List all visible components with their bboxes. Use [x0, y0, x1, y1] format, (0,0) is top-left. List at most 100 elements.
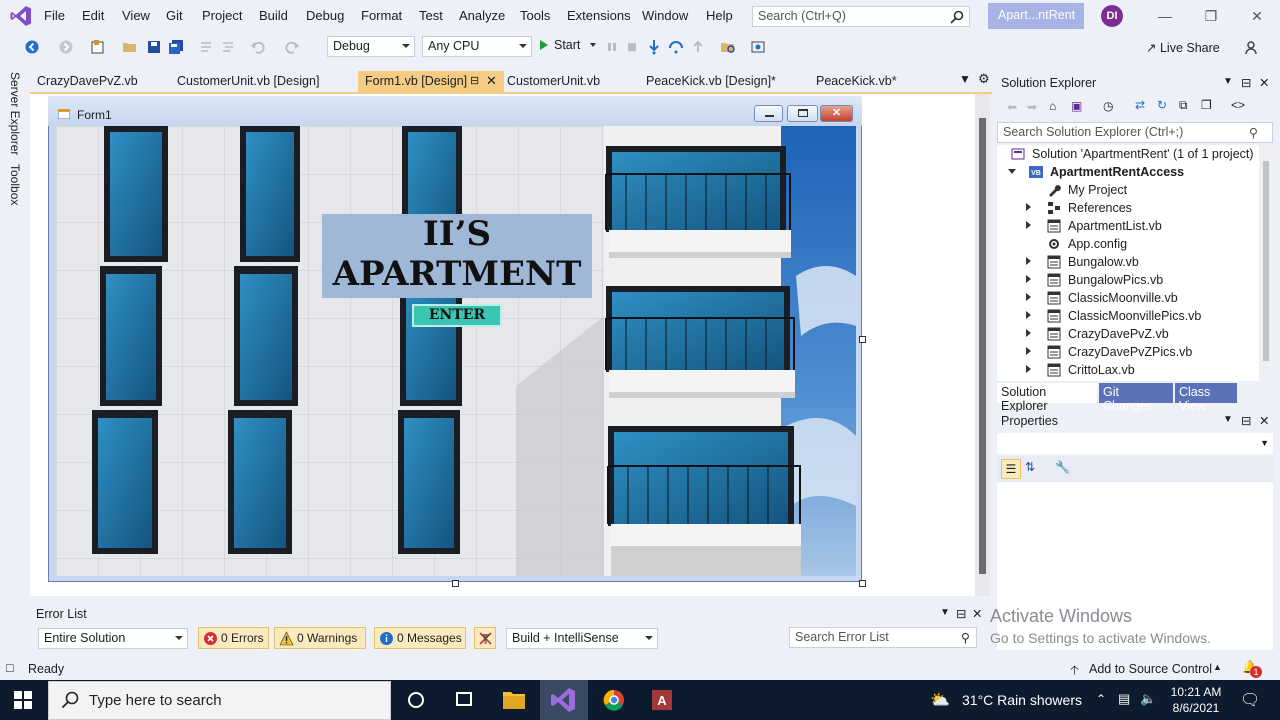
chrome-icon[interactable]	[590, 680, 638, 720]
windows-start-icon[interactable]	[14, 691, 32, 709]
collapsed-arrow-icon[interactable]	[1026, 365, 1031, 373]
pause-icon[interactable]	[604, 39, 620, 55]
browser-link-icon[interactable]	[750, 39, 766, 55]
live-share-button[interactable]: ↗ Live Share	[1146, 40, 1220, 55]
sync-icon[interactable]: ⇄	[1135, 98, 1145, 112]
doc-tab-peacekick-design[interactable]: PeaceKick.vb [Design]*	[639, 71, 809, 92]
collapsed-arrow-icon[interactable]	[1026, 203, 1031, 211]
menu-window[interactable]: Window	[642, 8, 688, 23]
back-icon[interactable]: ⬅	[1007, 100, 1017, 114]
collapsed-arrow-icon[interactable]	[1026, 257, 1031, 265]
menu-debug[interactable]: Debug	[306, 8, 344, 23]
switch-views-icon[interactable]: ▣	[1071, 99, 1082, 113]
collapse-all-icon[interactable]: ⧉	[1179, 98, 1188, 113]
close-panel-icon[interactable]: ✕	[1259, 75, 1269, 90]
minimize-icon[interactable]: —	[1150, 5, 1180, 27]
pin-icon[interactable]: ⊟	[1241, 413, 1251, 428]
wrench-icon[interactable]: 🔧	[1055, 460, 1070, 474]
enter-button[interactable]: ENTER	[412, 304, 502, 327]
pin-icon[interactable]: ⊟	[956, 606, 966, 621]
configuration-select[interactable]: Debug	[327, 36, 415, 57]
action-center-icon[interactable]: 🗨	[1240, 690, 1260, 710]
open-folder-icon[interactable]	[122, 39, 138, 55]
menu-view[interactable]: View	[122, 8, 150, 23]
close-icon[interactable]: ✕	[1242, 5, 1272, 27]
doc-tab-form1-design[interactable]: Form1.vb [Design]	[358, 71, 504, 92]
panel-menu-icon[interactable]: ▼	[940, 607, 950, 618]
doc-tab-crazydavepvz[interactable]: CrazyDavePvZ.vb	[30, 71, 170, 92]
forward-icon[interactable]	[58, 39, 74, 55]
restore-icon[interactable]: ❐	[1196, 5, 1226, 27]
show-all-files-icon[interactable]: ❐	[1201, 98, 1212, 112]
collapsed-arrow-icon[interactable]	[1026, 275, 1031, 283]
start-button[interactable]: Start	[540, 38, 596, 52]
errors-filter-button[interactable]: 0 Errors	[198, 627, 269, 649]
feedback-icon[interactable]	[1244, 39, 1260, 55]
add-to-source-control[interactable]: Add to Source Control	[1089, 662, 1212, 676]
server-explorer-tab[interactable]: Server Explorer	[8, 72, 22, 155]
forward-icon[interactable]: ➡	[1027, 100, 1037, 114]
tab-class-view[interactable]: Class View	[1175, 383, 1237, 413]
visual-studio-logo-icon[interactable]	[10, 5, 32, 27]
panel-menu-icon[interactable]: ▼	[1223, 76, 1233, 87]
menu-extensions[interactable]: Extensions	[567, 8, 631, 23]
menu-git[interactable]: Git	[166, 8, 183, 23]
alphabetical-icon[interactable]: ⇅	[1025, 460, 1035, 474]
close-panel-icon[interactable]: ✕	[1259, 413, 1269, 428]
tree-item[interactable]: VB ApartmentRentAccess	[997, 163, 1259, 181]
chevron-up-icon[interactable]: ⌃	[1096, 692, 1106, 706]
step-into-icon[interactable]	[646, 39, 662, 55]
tree-item[interactable]: App.config	[997, 235, 1259, 253]
menu-file[interactable]: File	[44, 8, 65, 23]
task-view-icon[interactable]	[440, 680, 488, 720]
properties-object-select[interactable]: ▼	[997, 433, 1273, 454]
step-out-icon[interactable]	[690, 39, 706, 55]
designer-scrollbar[interactable]	[975, 94, 990, 596]
weather-text[interactable]: 31°C Rain showers	[962, 692, 1082, 708]
taskbar-search-input[interactable]: Type here to search	[48, 681, 391, 720]
filter-toggle-button[interactable]	[474, 627, 496, 649]
tree-item[interactable]: References	[997, 199, 1259, 217]
resize-handle-corner[interactable]	[859, 580, 866, 587]
warnings-filter-button[interactable]: 0 Warnings	[274, 627, 366, 649]
tab-solution-explorer[interactable]: Solution Explorer	[997, 383, 1097, 413]
save-icon[interactable]	[146, 39, 162, 55]
refresh-icon[interactable]: ↻	[1157, 98, 1167, 112]
menu-build[interactable]: Build	[259, 8, 288, 23]
menu-format[interactable]: Format	[361, 8, 402, 23]
visual-studio-taskbar-icon[interactable]	[540, 680, 588, 720]
tree-item[interactable]: ApartmentList.vb	[997, 217, 1259, 235]
expanded-arrow-icon[interactable]	[1008, 169, 1016, 174]
new-project-icon[interactable]	[90, 39, 106, 55]
step-over-icon[interactable]	[668, 39, 684, 55]
volume-icon[interactable]: 🔈	[1140, 691, 1156, 707]
tree-item[interactable]: CrazyDavePvZPics.vb	[997, 343, 1259, 361]
comment-icon[interactable]	[198, 39, 214, 55]
collapsed-arrow-icon[interactable]	[1026, 293, 1031, 301]
tree-item[interactable]: Solution 'ApartmentRent' (1 of 1 project…	[997, 145, 1259, 163]
panel-menu-icon[interactable]: ▼	[1223, 414, 1233, 425]
tab-git-changes[interactable]: Git Changes	[1099, 383, 1173, 413]
undo-icon[interactable]	[250, 39, 266, 55]
pin-icon[interactable]: ⊟	[1241, 75, 1251, 90]
tree-item[interactable]: My Project	[997, 181, 1259, 199]
build-filter-select[interactable]: Build + IntelliSense	[506, 628, 658, 649]
toolbox-tab[interactable]: Toolbox	[8, 164, 22, 205]
save-all-icon[interactable]	[168, 39, 184, 55]
menu-tools[interactable]: Tools	[520, 8, 550, 23]
tree-item[interactable]: BungalowPics.vb	[997, 271, 1259, 289]
menu-analyze[interactable]: Analyze	[459, 8, 505, 23]
error-list-search[interactable]: Search Error List ⚲	[789, 627, 977, 648]
access-icon[interactable]: A	[638, 680, 686, 720]
history-icon[interactable]: ◷	[1103, 99, 1113, 113]
collapsed-arrow-icon[interactable]	[1026, 221, 1031, 229]
resize-handle-bottom[interactable]	[452, 580, 459, 587]
tree-item[interactable]: Bungalow.vb	[997, 253, 1259, 271]
network-icon[interactable]: ▤	[1118, 691, 1130, 707]
find-in-files-icon[interactable]	[720, 39, 736, 55]
menu-test[interactable]: Test	[419, 8, 443, 23]
solution-tree-scrollbar[interactable]	[1259, 145, 1273, 381]
clock[interactable]: 10:21 AM 8/6/2021	[1168, 684, 1224, 716]
tab-overflow-icon[interactable]: ▼	[959, 72, 971, 86]
back-icon[interactable]	[24, 39, 40, 55]
